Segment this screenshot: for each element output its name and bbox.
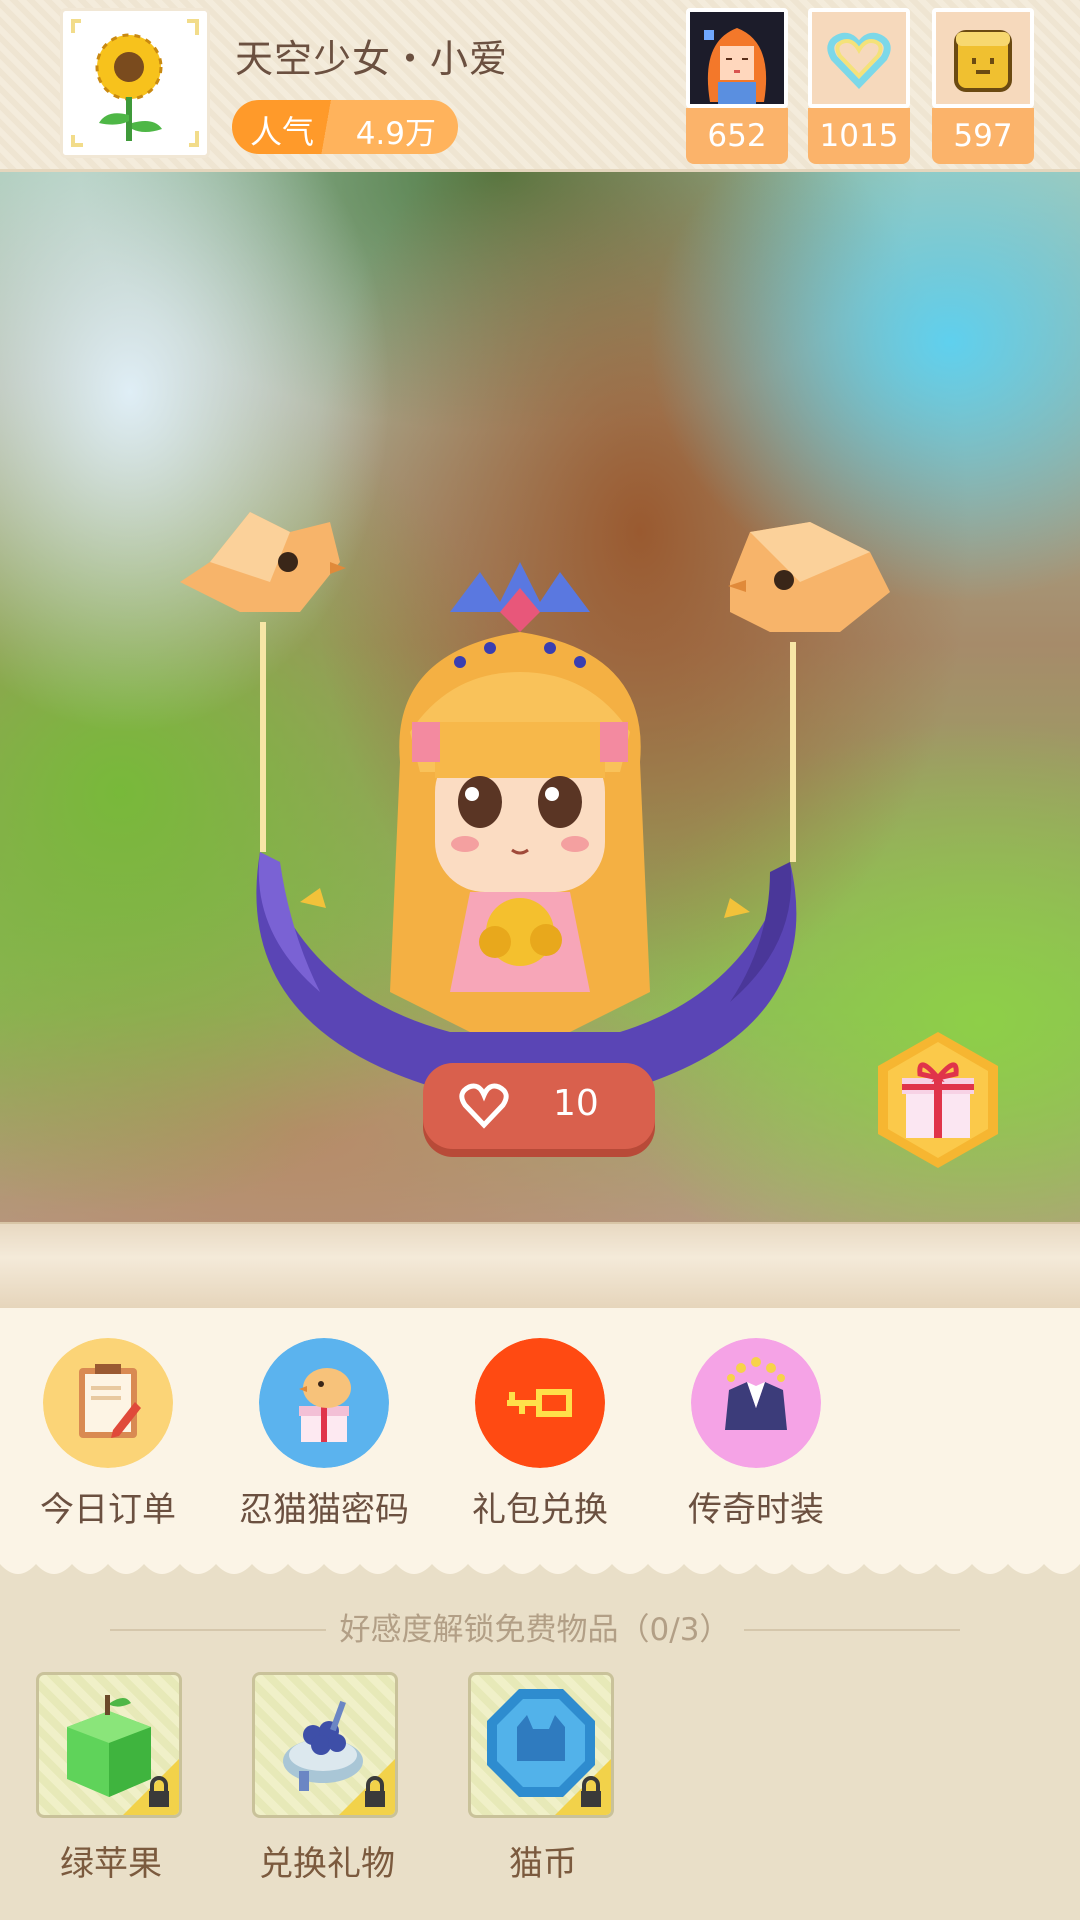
- cat-coin-icon: [468, 1672, 614, 1818]
- lock-icon: [123, 1759, 179, 1815]
- bird-balloon-left: [180, 512, 346, 612]
- lock-icon: [555, 1759, 611, 1815]
- girl-character: [390, 562, 650, 1032]
- item-label: 猫币: [509, 1844, 577, 1884]
- player-name: 天空少女・小爱: [235, 37, 509, 81]
- gift-box-icon[interactable]: [876, 1030, 1000, 1170]
- top-bar: 天空少女・小爱 人气 4.9万 652 1015 597: [0, 0, 1080, 172]
- rainbow-heart-icon: [808, 8, 910, 108]
- currency-girl-portrait[interactable]: 652: [686, 8, 788, 164]
- character-scene[interactable]: 10: [0, 172, 1080, 1222]
- popularity-badge: 人气 4.9万: [232, 100, 458, 154]
- item-label: 兑换礼物: [259, 1844, 395, 1884]
- popularity-value: 4.9万: [355, 116, 436, 152]
- feature-label: 今日订单: [40, 1490, 176, 1530]
- green-apple-icon: [36, 1672, 182, 1818]
- currency-heart[interactable]: 1015: [808, 8, 910, 164]
- currency-count: 597: [932, 108, 1034, 164]
- suit-icon: [691, 1338, 821, 1468]
- feature-menu: 今日订单 忍猫猫密码 礼包兑换 传奇时装: [0, 1308, 1080, 1568]
- key-icon: [475, 1338, 605, 1468]
- item-label: 绿苹果: [60, 1844, 162, 1884]
- popularity-label: 人气: [250, 113, 315, 151]
- feature-ninja-cat-code[interactable]: 忍猫猫密码: [216, 1338, 432, 1531]
- currency-count: 652: [686, 108, 788, 164]
- like-button[interactable]: 10: [423, 1063, 655, 1149]
- sunflower-icon: [63, 11, 207, 155]
- player-avatar[interactable]: [60, 8, 210, 158]
- feature-gift-code[interactable]: 礼包兑换: [432, 1338, 648, 1531]
- feature-daily-order[interactable]: 今日订单: [0, 1338, 216, 1531]
- unlock-panel: 好感度解锁免费物品（0/3） 绿苹果 兑换礼物 猫币: [0, 1580, 1080, 1920]
- bread-icon: [932, 8, 1034, 108]
- currency-bread[interactable]: 597: [932, 8, 1034, 164]
- feature-legend-fashion[interactable]: 传奇时装: [648, 1338, 864, 1531]
- feature-label: 忍猫猫密码: [239, 1490, 409, 1530]
- feature-label: 礼包兑换: [472, 1490, 608, 1530]
- currency-count: 1015: [808, 108, 910, 164]
- heart-icon: [459, 1083, 509, 1129]
- clipboard-icon: [43, 1338, 173, 1468]
- unlock-item-exchange-gift[interactable]: 兑换礼物: [252, 1672, 402, 1885]
- unlock-title: 好感度解锁免费物品（0/3）: [325, 1612, 745, 1648]
- feature-label: 传奇时装: [688, 1490, 824, 1530]
- girl-portrait-icon: [686, 8, 788, 108]
- unlock-item-green-apple[interactable]: 绿苹果: [36, 1672, 186, 1885]
- unlock-item-cat-coin[interactable]: 猫币: [468, 1672, 618, 1885]
- bird-balloon-right: [728, 522, 890, 632]
- divider-band: [0, 1222, 1080, 1308]
- chick-gift-icon: [259, 1338, 389, 1468]
- lock-icon: [339, 1759, 395, 1815]
- blueberry-cake-icon: [252, 1672, 398, 1818]
- unlock-title-row: 好感度解锁免费物品（0/3）: [110, 1604, 960, 1654]
- like-count: 10: [553, 1083, 599, 1124]
